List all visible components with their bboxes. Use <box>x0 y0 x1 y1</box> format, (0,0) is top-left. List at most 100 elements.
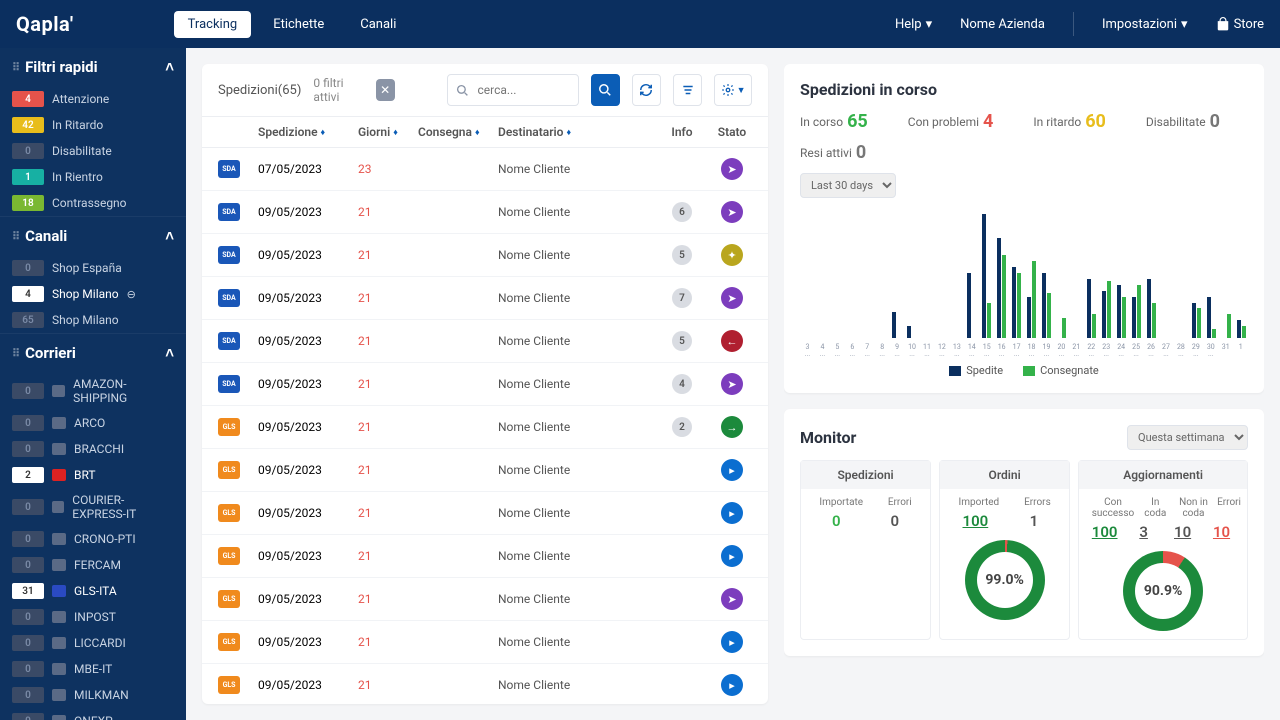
cell-date: 09/05/2023 <box>258 248 358 262</box>
col-consegna[interactable]: Consegna♦ <box>418 125 498 139</box>
status-icon[interactable]: ➤ <box>721 201 743 223</box>
filter-item[interactable]: 42In Ritardo <box>0 112 186 138</box>
sort-icon: ♦ <box>566 127 571 138</box>
table-row[interactable]: GLS 09/05/2023 21 Nome Cliente ▸ <box>202 535 768 578</box>
channel-item[interactable]: 4Shop Milano⊖ <box>0 281 186 307</box>
store-link[interactable]: Store <box>1216 17 1264 32</box>
courier-item[interactable]: 0COURIER-EXPRESS-IT <box>0 488 186 526</box>
courier-label: GLS-ITA <box>74 584 117 598</box>
table-row[interactable]: SDA 09/05/2023 21 Nome Cliente 5 ✦ <box>202 234 768 277</box>
monitor-range-select[interactable]: Questa settimana <box>1127 425 1248 450</box>
filter-item[interactable]: 4Attenzione <box>0 86 186 112</box>
close-icon[interactable]: ⊖ <box>127 288 136 301</box>
sb-corrieri-header[interactable]: ⠿ Corrieri ˄ <box>0 334 186 372</box>
settings-menu[interactable]: Impostazioni▾ <box>1102 17 1188 32</box>
courier-item[interactable]: 0CRONO-PTI <box>0 526 186 552</box>
monitor-aggiornamenti: Aggiornamenti Con successoIn codaNon in … <box>1078 460 1248 640</box>
topnav-canali[interactable]: Canali <box>346 11 410 38</box>
active-filters: 0 filtri attivi <box>313 76 363 104</box>
courier-item[interactable]: 0FERCAM <box>0 552 186 578</box>
sb-filtri-header[interactable]: ⠿ Filtri rapidi ˄ <box>0 48 186 86</box>
col-destinatario[interactable]: Destinatario♦ <box>498 125 652 139</box>
status-icon[interactable]: ▸ <box>721 674 743 696</box>
help-menu[interactable]: Help▾ <box>895 17 932 32</box>
clear-filters-button[interactable]: ✕ <box>376 79 395 101</box>
courier-icon <box>52 637 66 649</box>
courier-item[interactable]: 2BRT <box>0 462 186 488</box>
list-toggle-button[interactable] <box>673 74 702 106</box>
status-icon[interactable]: ▸ <box>721 631 743 653</box>
topbar: Qapla' TrackingEtichetteCanali Help▾ Nom… <box>0 0 1280 48</box>
cell-days: 21 <box>358 248 418 262</box>
sb-canali-header[interactable]: ⠿ Canali ˄ <box>0 217 186 255</box>
channel-item[interactable]: 0Shop España <box>0 255 186 281</box>
table-row[interactable]: GLS 09/05/2023 21 Nome Cliente ▸ <box>202 621 768 664</box>
table-row[interactable]: GLS 09/05/2023 21 Nome Cliente ▸ <box>202 664 768 704</box>
status-icon[interactable]: → <box>721 416 743 438</box>
search-input[interactable] <box>478 83 578 97</box>
table-row[interactable]: SDA 07/05/2023 23 Nome Cliente ➤ <box>202 148 768 191</box>
courier-item[interactable]: 0AMAZON-SHIPPING <box>0 372 186 410</box>
status-icon[interactable]: ← <box>721 330 743 352</box>
cell-recipient: Nome Cliente <box>498 291 652 305</box>
table-row[interactable]: SDA 09/05/2023 21 Nome Cliente 4 ➤ <box>202 363 768 406</box>
kpi-label: Con problemi <box>908 115 979 129</box>
cell-recipient: Nome Cliente <box>498 205 652 219</box>
status-icon[interactable]: ▸ <box>721 502 743 524</box>
kpi: Con problemi 4 <box>908 111 994 132</box>
table-row[interactable]: SDA 09/05/2023 21 Nome Cliente 6 ➤ <box>202 191 768 234</box>
table-row[interactable]: GLS 09/05/2023 21 Nome Cliente ➤ <box>202 578 768 621</box>
company-name[interactable]: Nome Azienda <box>960 17 1045 32</box>
carrier-badge: SDA <box>218 375 240 393</box>
count-badge: 4 <box>12 91 44 107</box>
courier-item[interactable]: 0MILKMAN <box>0 682 186 708</box>
courier-item[interactable]: 31GLS-ITA <box>0 578 186 604</box>
courier-item[interactable]: 0ONEXP <box>0 708 186 720</box>
filter-item[interactable]: 0Disabilitate <box>0 138 186 164</box>
courier-icon <box>52 559 66 571</box>
axis-tick: 19... <box>1039 344 1054 358</box>
axis-tick: 27... <box>1159 344 1174 358</box>
deep-search-button[interactable] <box>591 74 620 106</box>
table-row[interactable]: SDA 09/05/2023 21 Nome Cliente 7 ➤ <box>202 277 768 320</box>
topnav-etichette[interactable]: Etichette <box>259 11 338 38</box>
status-icon[interactable]: ▸ <box>721 459 743 481</box>
courier-item[interactable]: 0MBE-IT <box>0 656 186 682</box>
table-row[interactable]: SDA 09/05/2023 21 Nome Cliente 5 ← <box>202 320 768 363</box>
bar-spedite <box>1132 297 1136 338</box>
status-icon[interactable]: ▸ <box>721 545 743 567</box>
carrier-badge: SDA <box>218 332 240 350</box>
status-icon[interactable]: ➤ <box>721 287 743 309</box>
cell-days: 21 <box>358 549 418 563</box>
status-icon[interactable]: ➤ <box>721 373 743 395</box>
status-icon[interactable]: ➤ <box>721 588 743 610</box>
toolbar-title: Spedizioni(65) <box>218 83 301 98</box>
table-row[interactable]: GLS 09/05/2023 21 Nome Cliente ▸ <box>202 449 768 492</box>
bar-spedite <box>1237 320 1241 338</box>
courier-item[interactable]: 0INPOST <box>0 604 186 630</box>
refresh-button[interactable] <box>632 74 661 106</box>
kpi-label: Disabilitate <box>1146 115 1206 129</box>
col-giorni[interactable]: Giorni♦ <box>358 125 418 139</box>
settings-dropdown[interactable]: ▼ <box>714 74 752 106</box>
status-icon[interactable]: ✦ <box>721 244 743 266</box>
bar-spedite <box>1027 297 1031 338</box>
courier-icon <box>52 715 66 720</box>
table-row[interactable]: GLS 09/05/2023 21 Nome Cliente ▸ <box>202 492 768 535</box>
search-box[interactable] <box>447 74 579 106</box>
topnav-tracking[interactable]: Tracking <box>174 11 252 38</box>
axis-tick: 18... <box>1024 344 1039 358</box>
courier-item[interactable]: 0LICCARDI <box>0 630 186 656</box>
table-row[interactable]: GLS 09/05/2023 21 Nome Cliente 2 → <box>202 406 768 449</box>
axis-tick: 13... <box>949 344 964 358</box>
channel-item[interactable]: 65Shop Milano <box>0 307 186 333</box>
range-select[interactable]: Last 30 days <box>800 173 896 198</box>
col-spedizione[interactable]: Spedizione♦ <box>258 125 358 139</box>
filter-item[interactable]: 18Contrassegno <box>0 190 186 216</box>
status-icon[interactable]: ➤ <box>721 158 743 180</box>
filter-item[interactable]: 1In Rientro <box>0 164 186 190</box>
courier-item[interactable]: 0BRACCHI <box>0 436 186 462</box>
courier-item[interactable]: 0ARCO <box>0 410 186 436</box>
cell-days: 21 <box>358 291 418 305</box>
axis-tick: 4... <box>815 344 830 358</box>
